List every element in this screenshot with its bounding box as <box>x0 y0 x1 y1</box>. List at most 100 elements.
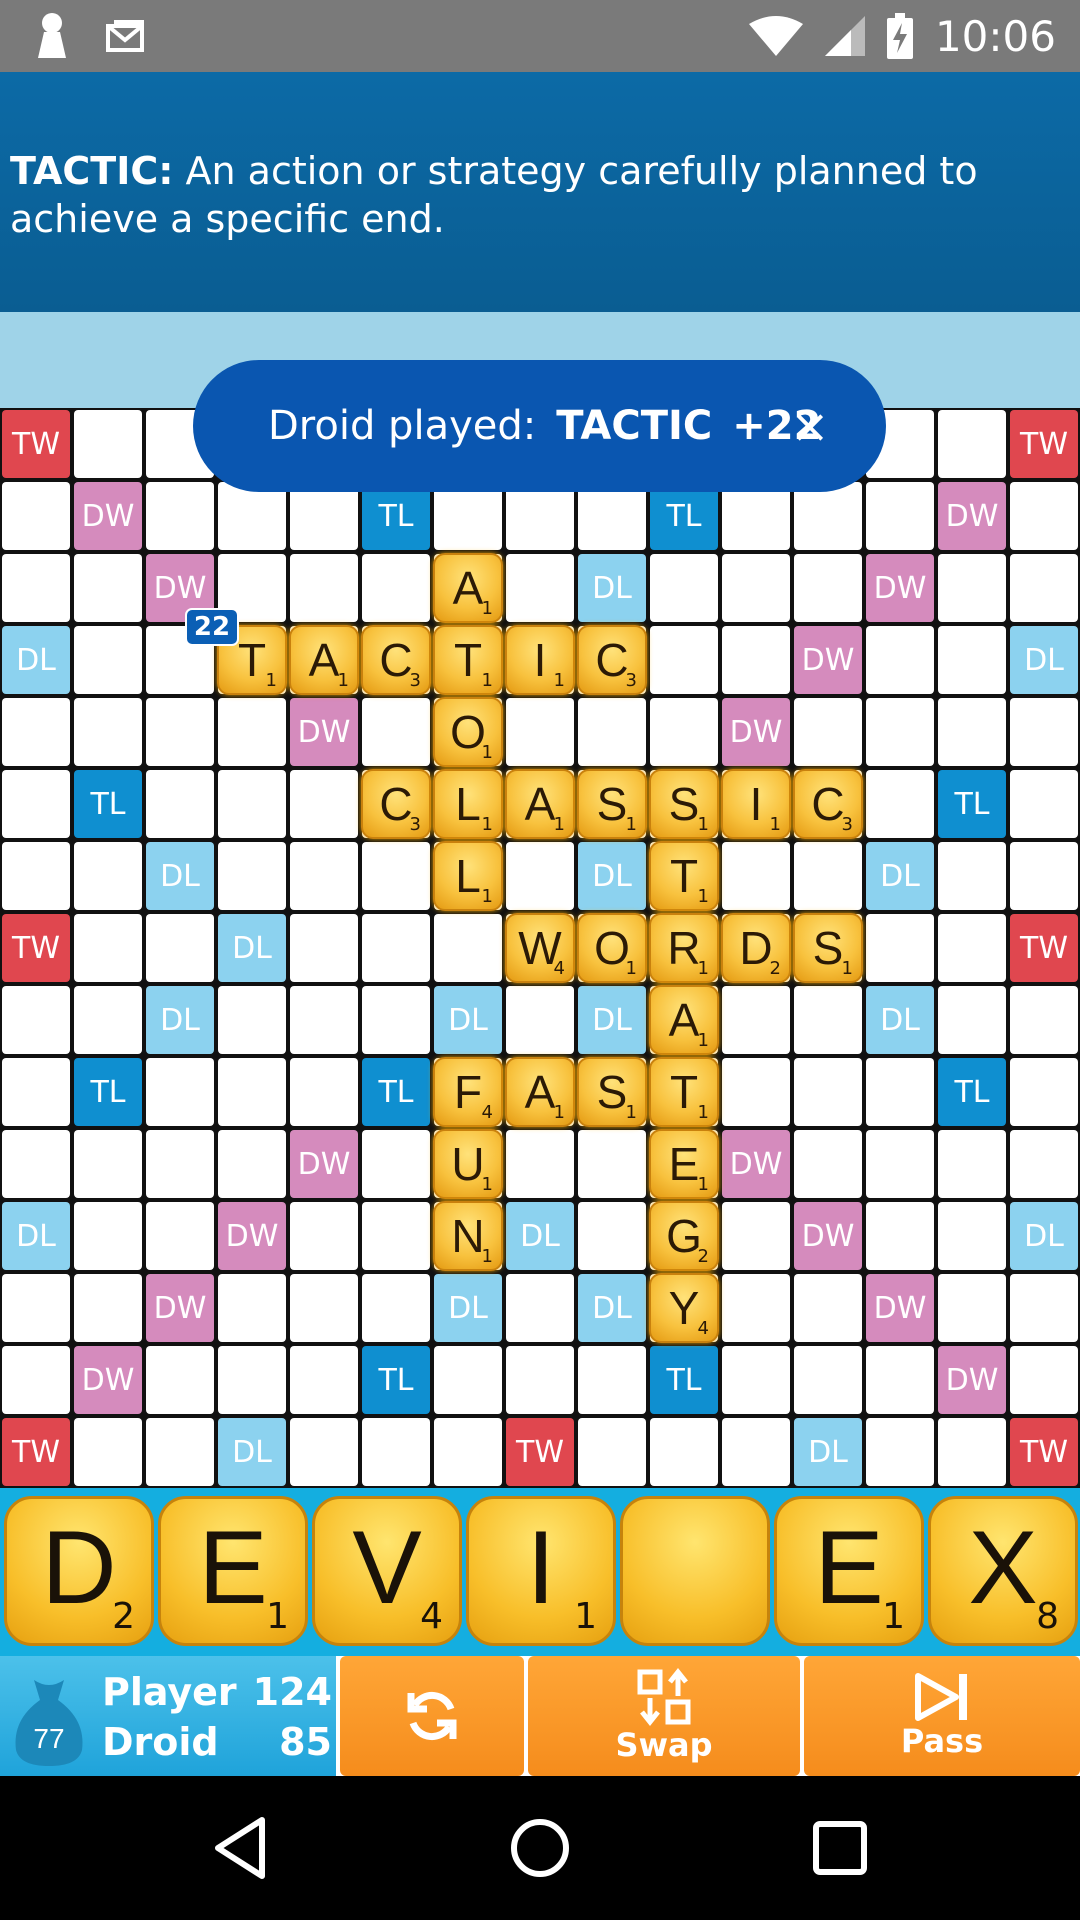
board-cell-dl[interactable]: DL <box>2 626 70 694</box>
board-cell[interactable] <box>2 986 70 1054</box>
board-cell[interactable] <box>146 1202 214 1270</box>
board-cell[interactable] <box>866 698 934 766</box>
board-cell[interactable] <box>938 1130 1006 1198</box>
close-icon[interactable]: × <box>782 398 838 454</box>
board-cell-tl[interactable]: TL <box>74 1058 142 1126</box>
board-cell[interactable] <box>866 1202 934 1270</box>
board-cell[interactable] <box>290 1058 358 1126</box>
board-cell[interactable] <box>2 698 70 766</box>
board-cell[interactable] <box>722 842 790 910</box>
board-cell[interactable] <box>290 1274 358 1342</box>
board-cell[interactable] <box>74 698 142 766</box>
board-cell-dl[interactable]: DL <box>2 1202 70 1270</box>
board-cell-tl[interactable]: TL <box>650 482 718 550</box>
board-cell[interactable] <box>2 1058 70 1126</box>
board-cell-dw[interactable]: DW <box>74 482 142 550</box>
board-cell[interactable] <box>938 986 1006 1054</box>
board-cell[interactable] <box>794 698 862 766</box>
board-cell[interactable] <box>506 1130 574 1198</box>
board-cell[interactable] <box>650 1418 718 1486</box>
board-cell[interactable] <box>938 626 1006 694</box>
board-cell-dw[interactable]: DW <box>290 1130 358 1198</box>
board-cell[interactable] <box>866 626 934 694</box>
board-cell[interactable] <box>650 626 718 694</box>
board-cell-tw[interactable]: TW <box>1010 410 1078 478</box>
board-cell[interactable] <box>290 482 358 550</box>
board-cell-tw[interactable]: TW <box>2 410 70 478</box>
board-cell[interactable] <box>146 914 214 982</box>
board-cell-dl[interactable]: DL <box>434 1274 502 1342</box>
board-cell[interactable] <box>722 626 790 694</box>
board-cell-tl[interactable]: TL <box>938 1058 1006 1126</box>
board-cell[interactable] <box>362 554 430 622</box>
board-cell-dl[interactable]: DL <box>434 986 502 1054</box>
rack-tile[interactable]: D2 <box>4 1496 154 1646</box>
board-cell[interactable] <box>2 554 70 622</box>
board-cell-dl[interactable]: DL <box>794 1418 862 1486</box>
board-cell-dl[interactable]: DL <box>578 842 646 910</box>
board-cell[interactable] <box>794 1346 862 1414</box>
board-cell[interactable] <box>362 1130 430 1198</box>
board-cell-tl[interactable]: TL <box>74 770 142 838</box>
board-cell[interactable] <box>506 554 574 622</box>
board-cell-dw[interactable]: DW <box>218 1202 286 1270</box>
rack-tile[interactable]: X8 <box>928 1496 1078 1646</box>
board-cell[interactable] <box>578 482 646 550</box>
board-cell[interactable] <box>362 1274 430 1342</box>
board-cell[interactable] <box>722 1346 790 1414</box>
board-cell-dl[interactable]: DL <box>506 1202 574 1270</box>
board-cell[interactable] <box>362 1418 430 1486</box>
board-cell-dw[interactable]: DW <box>722 698 790 766</box>
board-cell[interactable] <box>866 1346 934 1414</box>
board-cell[interactable] <box>218 1058 286 1126</box>
board-cell[interactable] <box>1010 698 1078 766</box>
board-cell-dw[interactable]: DW <box>146 1274 214 1342</box>
board-cell[interactable] <box>2 482 70 550</box>
board-cell-tw[interactable]: TW <box>2 1418 70 1486</box>
board-cell[interactable] <box>74 1418 142 1486</box>
board-cell[interactable] <box>218 986 286 1054</box>
back-icon[interactable] <box>206 1812 278 1884</box>
board-cell-tw[interactable]: TW <box>506 1418 574 1486</box>
board-cell-dl[interactable]: DL <box>218 914 286 982</box>
board-cell[interactable] <box>1010 842 1078 910</box>
board-cell[interactable] <box>650 554 718 622</box>
board-cell[interactable] <box>938 1274 1006 1342</box>
board-cell-dl[interactable]: DL <box>1010 626 1078 694</box>
board-cell[interactable] <box>290 554 358 622</box>
board-cell[interactable] <box>218 1346 286 1414</box>
board-cell[interactable] <box>74 1202 142 1270</box>
board-cell[interactable] <box>578 698 646 766</box>
board-cell[interactable] <box>146 482 214 550</box>
board-cell[interactable] <box>1010 770 1078 838</box>
board-cell[interactable] <box>290 770 358 838</box>
board-cell-dl[interactable]: DL <box>218 1418 286 1486</box>
board-cell[interactable] <box>362 986 430 1054</box>
board-cell[interactable] <box>722 1058 790 1126</box>
board-cell-dl[interactable]: DL <box>146 842 214 910</box>
board-cell[interactable] <box>794 482 862 550</box>
swap-button[interactable]: Swap <box>528 1656 800 1776</box>
board-cell[interactable] <box>1010 1274 1078 1342</box>
board-cell[interactable] <box>290 1202 358 1270</box>
board-cell[interactable] <box>74 986 142 1054</box>
board-cell[interactable] <box>290 1346 358 1414</box>
board-cell[interactable] <box>290 1418 358 1486</box>
board-cell[interactable] <box>1010 482 1078 550</box>
board-cell[interactable] <box>938 1418 1006 1486</box>
board-cell[interactable] <box>506 1274 574 1342</box>
board-cell[interactable] <box>866 1130 934 1198</box>
board-cell[interactable] <box>290 986 358 1054</box>
board-cell-dw[interactable]: DW <box>938 1346 1006 1414</box>
board-cell[interactable] <box>938 554 1006 622</box>
board-cell[interactable] <box>434 914 502 982</box>
board-cell[interactable] <box>938 410 1006 478</box>
board-cell[interactable] <box>74 554 142 622</box>
board-cell-dw[interactable]: DW <box>938 482 1006 550</box>
board-cell[interactable] <box>506 698 574 766</box>
board-cell[interactable] <box>794 1130 862 1198</box>
board-cell-tw[interactable]: TW <box>1010 1418 1078 1486</box>
board-cell[interactable] <box>794 1058 862 1126</box>
board-cell[interactable] <box>578 1130 646 1198</box>
board-cell-tw[interactable]: TW <box>2 914 70 982</box>
